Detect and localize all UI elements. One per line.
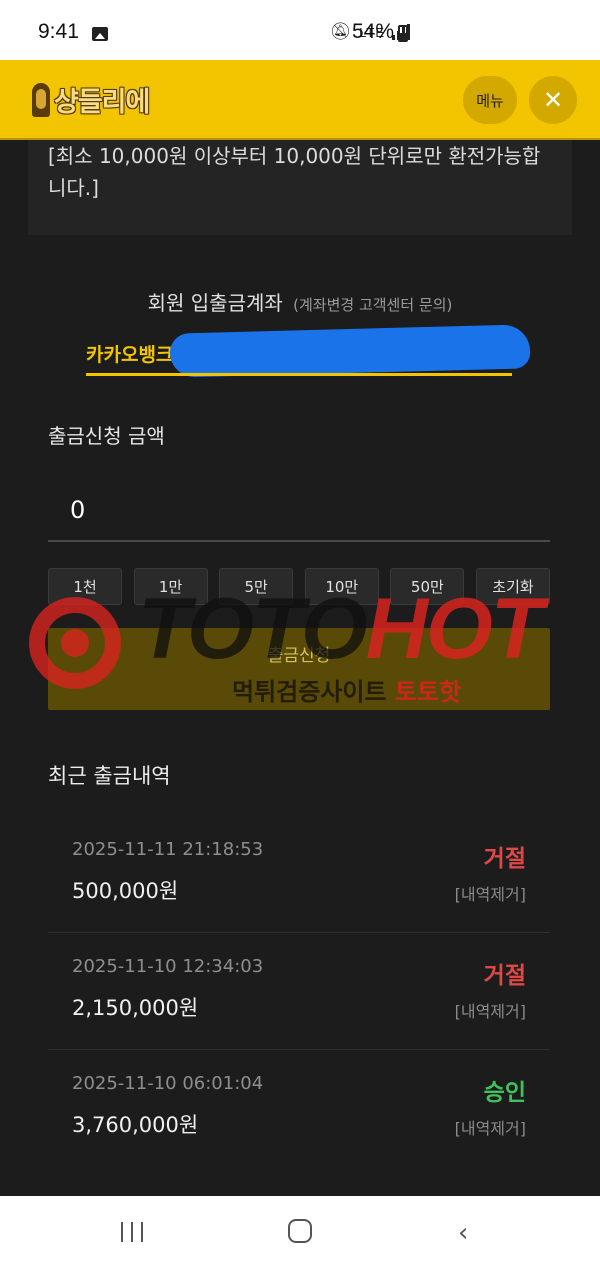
mute-icon: 🔕︎ bbox=[329, 22, 353, 41]
close-icon: ✕ bbox=[542, 86, 564, 114]
history-amount: 2,150,000원 bbox=[72, 996, 199, 1020]
menu-button[interactable]: 메뉴 bbox=[463, 76, 517, 124]
history-date: 2025-11-11 21:18:53 bbox=[72, 839, 264, 860]
gallery-icon bbox=[92, 27, 108, 41]
chandelier-logo-icon bbox=[32, 82, 50, 117]
history-date: 2025-11-10 06:01:04 bbox=[72, 1073, 264, 1094]
recent-apps-icon[interactable] bbox=[121, 1222, 143, 1242]
amount-label: 출금신청 금액 bbox=[48, 424, 165, 448]
reset-button[interactable]: 초기화 bbox=[475, 568, 550, 605]
history-amount: 3,760,000원 bbox=[72, 1113, 199, 1137]
quick-amount-buttons: 1천 1만 5만 10만 50만 초기화 bbox=[48, 568, 550, 605]
battery-icon bbox=[398, 25, 408, 42]
account-underline bbox=[86, 373, 512, 376]
status-bar: 9:41 🔕︎ LTE 54% bbox=[0, 0, 600, 60]
history-status: 거절 bbox=[483, 963, 526, 989]
quick-button-1k[interactable]: 1천 bbox=[48, 568, 122, 605]
quick-button-10k[interactable]: 1만 bbox=[133, 568, 208, 605]
app-header: 샹들리에 메뉴 ✕ bbox=[0, 60, 600, 140]
battery-percent: 54% bbox=[352, 20, 395, 43]
history-status: 승인 bbox=[483, 1080, 526, 1106]
notice-text: [최소 10,000원 이상부터 10,000원 단위로만 환전가능합니다.] bbox=[48, 144, 541, 200]
account-hint: (계좌변경 고객센터 문의) bbox=[293, 296, 453, 314]
system-nav-bar: ‹ bbox=[0, 1196, 600, 1267]
close-button[interactable]: ✕ bbox=[529, 76, 577, 124]
history-date: 2025-11-10 12:34:03 bbox=[72, 956, 264, 977]
account-label: 회원 입출금계좌 (계좌변경 고객센터 문의) bbox=[0, 287, 600, 316]
history-row: 2025-11-10 06:01:04 3,760,000원 승인 [내역제거] bbox=[48, 1051, 550, 1167]
account-redaction bbox=[169, 324, 531, 378]
notice-box: [최소 10,000원 이상부터 10,000원 단위로만 환전가능합니다.] bbox=[28, 140, 572, 235]
site-logo[interactable]: 샹들리에 bbox=[32, 80, 150, 119]
status-time: 9:41 bbox=[38, 20, 79, 43]
account-title: 회원 입출금계좌 bbox=[147, 291, 283, 315]
quick-button-500k[interactable]: 50만 bbox=[390, 568, 465, 605]
logo-text: 샹들리에 bbox=[54, 87, 150, 118]
withdraw-submit-label: 출금신청 bbox=[267, 645, 331, 666]
home-icon[interactable] bbox=[288, 1219, 312, 1243]
history-row: 2025-11-11 21:18:53 500,000원 거절 [내역제거] bbox=[48, 817, 550, 933]
history-status: 거절 bbox=[483, 846, 526, 872]
history-remove-link[interactable]: [내역제거] bbox=[455, 1115, 526, 1139]
quick-button-100k[interactable]: 10만 bbox=[304, 568, 379, 605]
account-bank-name: 카카오뱅크 bbox=[86, 344, 174, 366]
amount-input[interactable] bbox=[48, 480, 550, 542]
history-remove-link[interactable]: [내역제거] bbox=[455, 998, 526, 1022]
history-title: 최근 출금내역 bbox=[48, 764, 171, 788]
history-remove-link[interactable]: [내역제거] bbox=[455, 881, 526, 905]
quick-button-50k[interactable]: 5만 bbox=[219, 568, 294, 605]
withdraw-submit-button[interactable]: 출금신청 bbox=[48, 628, 550, 710]
history-amount: 500,000원 bbox=[72, 879, 179, 903]
back-icon[interactable]: ‹ bbox=[458, 1218, 468, 1248]
history-row: 2025-11-10 12:34:03 2,150,000원 거절 [내역제거] bbox=[48, 934, 550, 1050]
